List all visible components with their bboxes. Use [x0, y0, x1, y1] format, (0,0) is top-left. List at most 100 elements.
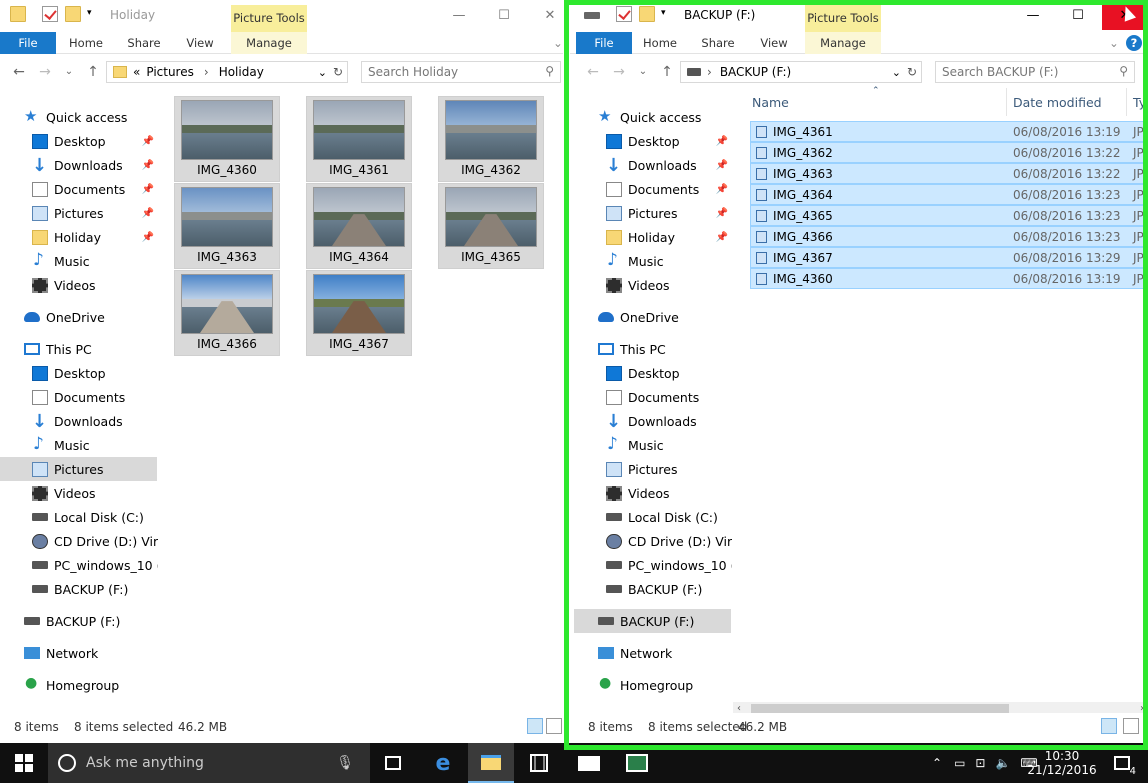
nav-pc-music[interactable]: Music — [606, 433, 664, 457]
tab-share[interactable]: Share — [120, 32, 168, 54]
forward-arrow-icon[interactable]: → — [36, 63, 54, 81]
file-tile[interactable]: IMG_4367 — [306, 270, 412, 356]
nav-qa-music[interactable]: Music — [32, 249, 90, 273]
pin-icon[interactable]: 📌 — [142, 160, 154, 171]
nav-this-pc[interactable]: This PC — [24, 337, 92, 361]
nav-pc-videos[interactable]: Videos — [606, 481, 670, 505]
nav-pc-pictures[interactable]: Pictures — [0, 457, 157, 481]
tab-view[interactable]: View — [178, 32, 222, 54]
nav-pc-desktop[interactable]: Desktop — [32, 361, 106, 385]
search-input[interactable]: Search BACKUP (F:) ⚲ — [935, 61, 1135, 83]
tab-file[interactable]: File — [0, 32, 56, 54]
nav-pc-pictures[interactable]: Pictures — [606, 457, 678, 481]
file-tile[interactable]: IMG_4363 — [174, 183, 280, 269]
show-hidden-icons-icon[interactable]: ⌃ — [932, 756, 942, 770]
details-view-icon[interactable] — [1101, 718, 1117, 734]
chevron-down-icon[interactable]: ⌄ — [318, 66, 327, 79]
table-row[interactable]: IMG_4366 06/08/2016 13:23 JPG — [750, 226, 1148, 247]
action-center-button[interactable]: 4 — [1102, 743, 1142, 783]
nav-qa-documents[interactable]: Documents 📌 — [32, 177, 154, 201]
cortana-search-box[interactable]: Ask me anything 🎙 — [48, 743, 370, 783]
customize-toolbar-icon[interactable]: ▾ — [87, 8, 97, 24]
nav-onedrive[interactable]: OneDrive — [598, 305, 679, 329]
nav-pc-documents[interactable]: Documents — [32, 385, 125, 409]
battery-icon[interactable]: ▭ — [954, 756, 965, 770]
nav-pc-music[interactable]: Music — [32, 433, 90, 457]
table-row[interactable]: IMG_4365 06/08/2016 13:23 JPG — [750, 205, 1148, 226]
maximize-button[interactable]: ☐ — [1055, 0, 1101, 30]
mail-button[interactable] — [566, 743, 612, 783]
pin-icon[interactable]: 📌 — [716, 160, 728, 171]
table-row[interactable]: IMG_4363 06/08/2016 13:22 JPG — [750, 163, 1148, 184]
breadcrumb-holiday[interactable]: Holiday — [219, 65, 264, 79]
nav-pc-videos[interactable]: Videos — [32, 481, 96, 505]
nav-homegroup[interactable]: Homegroup — [598, 673, 693, 697]
nav-pc-network-share[interactable]: PC_windows_10 (\\v — [606, 553, 732, 577]
clock[interactable]: 10:30 21/12/2016 — [1027, 743, 1096, 783]
table-row[interactable]: IMG_4364 06/08/2016 13:23 JPG — [750, 184, 1148, 205]
pin-icon[interactable]: 📌 — [716, 184, 728, 195]
nav-pc-backup[interactable]: BACKUP (F:) — [32, 577, 128, 601]
volume-icon[interactable]: 🔈 — [995, 756, 1010, 770]
start-button[interactable] — [0, 743, 48, 783]
recent-locations-icon[interactable]: ⌄ — [60, 63, 78, 81]
explorer-window-holiday[interactable]: ▾ Holiday Picture Tools — ☐ ✕ File Home … — [0, 0, 563, 741]
nav-qa-pictures[interactable]: Pictures 📌 — [606, 201, 728, 225]
nav-qa-music[interactable]: Music — [606, 249, 664, 273]
file-tile[interactable]: IMG_4361 — [306, 96, 412, 182]
nav-pc-downloads[interactable]: Downloads — [606, 409, 697, 433]
large-icons-view-icon[interactable] — [546, 718, 562, 734]
search-input[interactable]: Search Holiday ⚲ — [361, 61, 561, 83]
chevron-down-icon[interactable]: ⌄ — [892, 66, 901, 79]
nav-pc-backup[interactable]: BACKUP (F:) — [606, 577, 702, 601]
address-overflow[interactable]: « — [133, 65, 140, 79]
title-bar[interactable]: ▾ BACKUP (F:) Picture Tools — ☐ ✕ — [570, 0, 1148, 32]
back-arrow-icon[interactable]: ← — [584, 63, 602, 81]
app-button[interactable] — [614, 743, 660, 783]
nav-pc-cd-drive[interactable]: CD Drive (D:) Virtua — [32, 529, 158, 553]
new-folder-icon[interactable] — [639, 6, 655, 22]
breadcrumb-backup[interactable]: BACKUP (F:) — [720, 65, 791, 79]
tab-home[interactable]: Home — [62, 32, 110, 54]
file-tile[interactable]: IMG_4360 — [174, 96, 280, 182]
minimize-button[interactable]: — — [1010, 0, 1056, 30]
tab-home[interactable]: Home — [636, 32, 684, 54]
network-icon[interactable]: ⊡ — [975, 756, 985, 770]
new-folder-icon[interactable] — [65, 6, 81, 22]
pin-icon[interactable]: 📌 — [716, 232, 728, 243]
nav-network[interactable]: Network — [598, 641, 672, 665]
expand-ribbon-icon[interactable]: ⌄ — [1108, 32, 1120, 54]
pin-icon[interactable]: 📌 — [142, 208, 154, 219]
nav-qa-videos[interactable]: Videos — [606, 273, 670, 297]
breadcrumb-pictures[interactable]: Pictures — [146, 65, 194, 79]
close-button[interactable]: ✕ — [527, 0, 563, 30]
nav-onedrive[interactable]: OneDrive — [24, 305, 105, 329]
nav-qa-videos[interactable]: Videos — [32, 273, 96, 297]
pin-icon[interactable]: 📌 — [142, 136, 154, 147]
nav-qa-documents[interactable]: Documents 📌 — [606, 177, 728, 201]
tab-manage[interactable]: Manage — [805, 32, 881, 54]
details-view-icon[interactable] — [527, 718, 543, 734]
task-view-button[interactable] — [370, 743, 416, 783]
nav-qa-desktop[interactable]: Desktop 📌 — [32, 129, 154, 153]
tab-file[interactable]: File — [576, 32, 632, 54]
edge-button[interactable]: e — [420, 743, 466, 783]
file-tile[interactable]: IMG_4366 — [174, 270, 280, 356]
nav-qa-desktop[interactable]: Desktop 📌 — [606, 129, 728, 153]
file-tile[interactable]: IMG_4364 — [306, 183, 412, 269]
nav-backup[interactable]: BACKUP (F:) — [574, 609, 731, 633]
tab-share[interactable]: Share — [694, 32, 742, 54]
nav-network[interactable]: Network — [24, 641, 98, 665]
file-explorer-button[interactable] — [468, 743, 514, 783]
table-row[interactable]: IMG_4360 06/08/2016 13:19 JPG — [750, 268, 1148, 289]
nav-pc-local-disk[interactable]: Local Disk (C:) — [606, 505, 718, 529]
up-arrow-icon[interactable]: ↑ — [84, 63, 102, 81]
pin-icon[interactable]: 📌 — [142, 184, 154, 195]
nav-pc-documents[interactable]: Documents — [606, 385, 699, 409]
nav-pc-downloads[interactable]: Downloads — [32, 409, 123, 433]
customize-toolbar-icon[interactable]: ▾ — [661, 8, 671, 24]
table-row[interactable]: IMG_4362 06/08/2016 13:22 JPG — [750, 142, 1148, 163]
properties-icon[interactable] — [616, 6, 632, 22]
nav-quick-access[interactable]: Quick access — [598, 105, 701, 129]
large-icons-view-icon[interactable] — [1123, 718, 1139, 734]
